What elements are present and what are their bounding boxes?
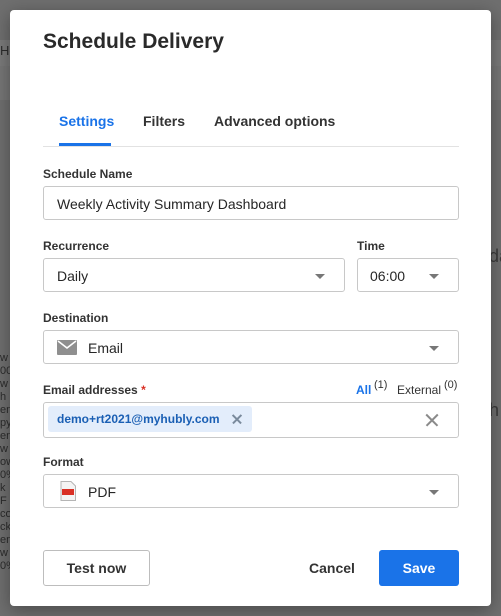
email-chip-text: demo+rt2021@myhubly.com bbox=[57, 412, 220, 426]
time-label: Time bbox=[357, 239, 385, 253]
recurrence-value: Daily bbox=[57, 268, 89, 284]
tab-settings[interactable]: Settings bbox=[59, 113, 114, 129]
filter-external-count: (0) bbox=[444, 379, 458, 391]
schedule-name-label: Schedule Name bbox=[43, 167, 133, 181]
remove-chip-icon[interactable] bbox=[232, 414, 242, 424]
test-now-button[interactable]: Test now bbox=[43, 550, 150, 586]
envelope-icon bbox=[57, 340, 77, 355]
filter-all-link[interactable]: All bbox=[356, 383, 371, 397]
recurrence-label: Recurrence bbox=[43, 239, 110, 253]
format-value: PDF bbox=[88, 484, 116, 500]
email-addresses-input[interactable]: demo+rt2021@myhubly.com bbox=[43, 402, 459, 438]
destination-label: Destination bbox=[43, 311, 109, 325]
chevron-down-icon bbox=[429, 490, 439, 495]
format-label: Format bbox=[43, 455, 84, 469]
active-tab-indicator bbox=[59, 143, 111, 146]
required-marker: * bbox=[141, 383, 146, 397]
email-addresses-label-text: Email addresses bbox=[43, 383, 138, 397]
filter-all-label: All bbox=[356, 383, 372, 397]
chevron-down-icon bbox=[429, 274, 439, 279]
time-select[interactable]: 06:00 bbox=[357, 258, 459, 292]
time-value: 06:00 bbox=[370, 268, 406, 284]
format-select[interactable]: PDF bbox=[43, 474, 459, 508]
tab-filters[interactable]: Filters bbox=[143, 113, 185, 129]
dialog-title: Schedule Delivery bbox=[43, 30, 224, 53]
schedule-name-value: Weekly Activity Summary Dashboard bbox=[57, 196, 287, 212]
destination-select[interactable]: Email bbox=[43, 330, 459, 364]
destination-value: Email bbox=[88, 340, 124, 356]
schedule-delivery-dialog: Schedule Delivery Settings Filters Advan… bbox=[10, 10, 491, 606]
schedule-name-input[interactable]: Weekly Activity Summary Dashboard bbox=[43, 186, 459, 220]
cancel-button[interactable]: Cancel bbox=[300, 550, 364, 586]
filter-external-label: External bbox=[397, 383, 442, 397]
tab-advanced-options[interactable]: Advanced options bbox=[214, 113, 335, 129]
chevron-down-icon bbox=[315, 274, 325, 279]
save-button[interactable]: Save bbox=[379, 550, 459, 586]
recurrence-select[interactable]: Daily bbox=[43, 258, 345, 292]
pdf-file-icon bbox=[60, 481, 76, 501]
filter-external-link[interactable]: External bbox=[397, 383, 441, 397]
filter-all-count: (1) bbox=[374, 379, 388, 391]
tab-bar: Settings Filters Advanced options bbox=[43, 110, 459, 147]
clear-all-icon[interactable] bbox=[425, 413, 439, 427]
email-addresses-label: Email addresses * bbox=[43, 383, 146, 397]
email-chip: demo+rt2021@myhubly.com bbox=[48, 406, 252, 432]
chevron-down-icon bbox=[429, 346, 439, 351]
